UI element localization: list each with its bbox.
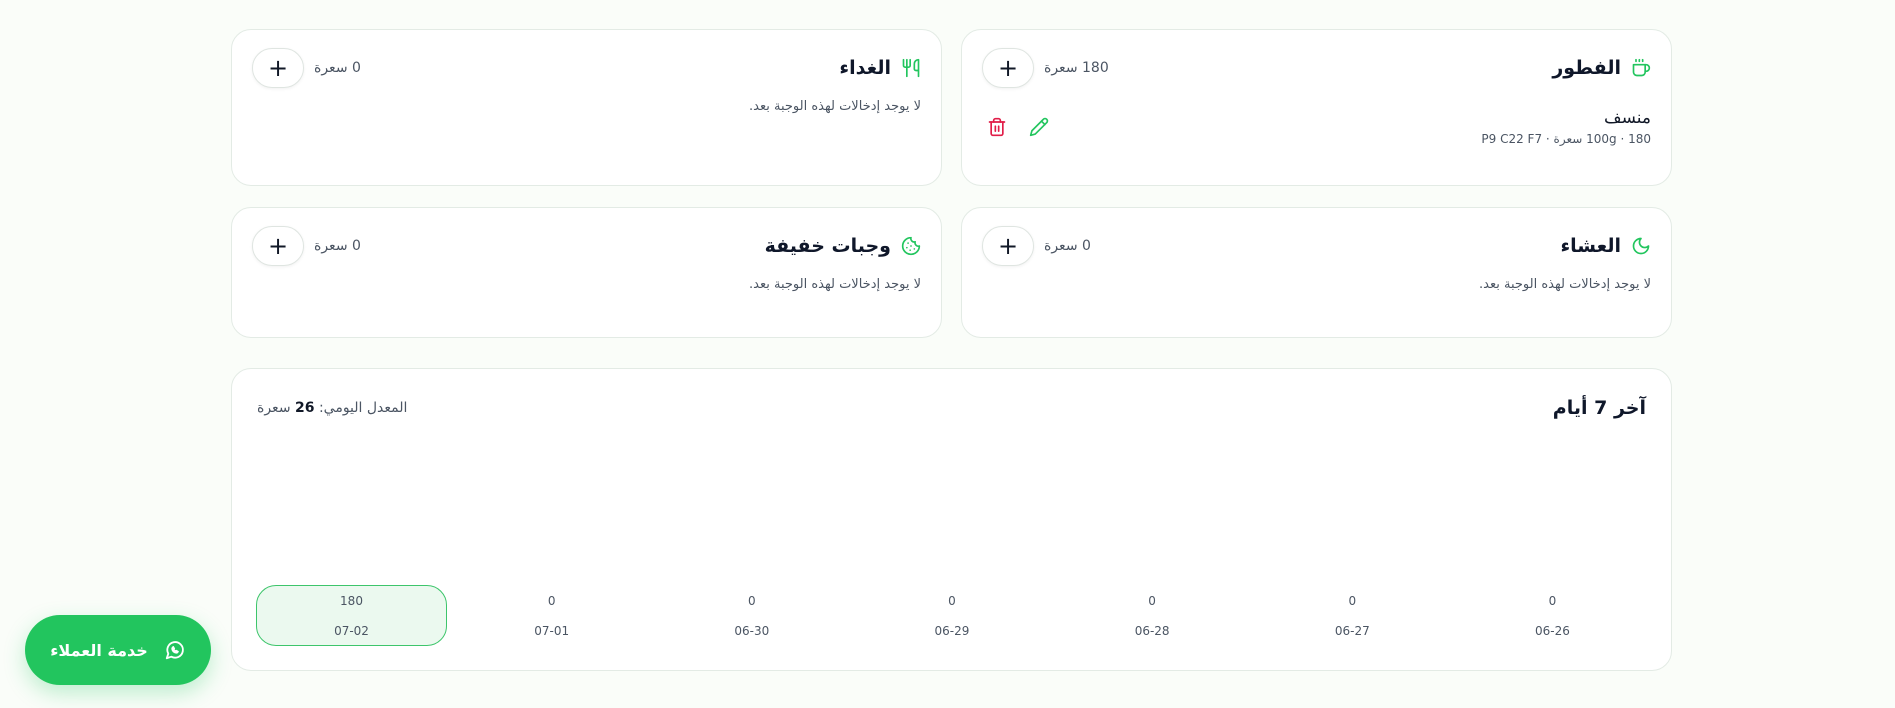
pencil-icon	[1029, 117, 1049, 137]
day-kcal: 180	[340, 594, 363, 608]
moon-icon	[1631, 236, 1651, 256]
day-kcal: 0	[1548, 594, 1557, 608]
meal-kcal: 0 سعرة	[314, 60, 361, 76]
dashboard-content: الغداء 0 سعرة + لا يوجد إدخالات لهذه الو…	[231, 29, 1672, 671]
day-date: 06-29	[934, 624, 970, 638]
day-date: 06-30	[734, 624, 770, 638]
edit-entry-button[interactable]	[1029, 117, 1049, 137]
day-kcal: 0	[1348, 594, 1357, 608]
meal-kcal: 0 سعرة	[314, 238, 361, 254]
empty-state: لا يوجد إدخالات لهذه الوجبة بعد.	[749, 277, 921, 292]
day-date: 07-01	[534, 624, 570, 638]
empty-state: لا يوجد إدخالات لهذه الوجبة بعد.	[1479, 277, 1651, 292]
meal-card-snacks: وجبات خفيفة 0 سعرة + لا يوجد إدخالات لهذ…	[231, 207, 942, 338]
day-tile-06-26[interactable]: 0 06-26	[1457, 585, 1648, 646]
meal-title: وجبات خفيفة	[764, 235, 891, 257]
add-entry-button[interactable]: +	[252, 48, 304, 88]
empty-state: لا يوجد إدخالات لهذه الوجبة بعد.	[749, 99, 921, 114]
daily-average-label: المعدل اليومي:	[318, 400, 408, 416]
utensils-icon	[901, 58, 921, 78]
day-kcal: 0	[948, 594, 956, 608]
cookie-icon	[901, 236, 921, 256]
day-tile-06-28[interactable]: 0 06-28	[1057, 585, 1248, 646]
meal-title: العشاء	[1560, 235, 1621, 257]
entry-detail: 180 · 100g سعرة · P9 C22 F7	[1481, 132, 1651, 146]
customer-service-label: خدمة العملاء	[50, 640, 148, 660]
daily-average-unit: سعرة	[257, 400, 291, 416]
whatsapp-icon	[164, 639, 186, 661]
meal-card-dinner: العشاء 0 سعرة + لا يوجد إدخالات لهذه الو…	[961, 207, 1672, 338]
delete-entry-button[interactable]	[987, 117, 1007, 137]
meal-kcal: 180 سعرة	[1044, 60, 1109, 76]
meal-title: الغداء	[839, 57, 891, 79]
days-row: 180 07-02 0 07-01 0 06-30 0 06-29 0 06-2…	[256, 585, 1648, 646]
day-tile-07-02[interactable]: 180 07-02	[256, 585, 447, 646]
meals-grid: الغداء 0 سعرة + لا يوجد إدخالات لهذه الو…	[231, 29, 1672, 338]
meal-kcal: 0 سعرة	[1044, 238, 1091, 254]
day-date: 06-28	[1134, 624, 1170, 638]
add-entry-button[interactable]: +	[252, 226, 304, 266]
entry-name: منسف	[1604, 108, 1651, 128]
week-title: آخر 7 أيام	[1552, 397, 1646, 419]
customer-service-button[interactable]: خدمة العملاء	[25, 615, 211, 685]
day-tile-06-29[interactable]: 0 06-29	[856, 585, 1047, 646]
day-date: 07-02	[334, 624, 369, 638]
trash-icon	[988, 117, 1006, 137]
daily-average: المعدل اليومي: 26 سعرة	[257, 400, 407, 416]
add-entry-button[interactable]: +	[982, 226, 1034, 266]
meal-entry: منسف 180 · 100g سعرة · P9 C22 F7	[982, 108, 1651, 146]
meal-card-breakfast: الفطور 180 سعرة + منسف 180 · 100g سعرة ·…	[961, 29, 1672, 186]
last-7-days-card: آخر 7 أيام المعدل اليومي: 26 سعرة 180 07…	[231, 368, 1672, 671]
day-tile-07-01[interactable]: 0 07-01	[456, 585, 647, 646]
meal-card-lunch: الغداء 0 سعرة + لا يوجد إدخالات لهذه الو…	[231, 29, 942, 186]
day-date: 06-26	[1535, 624, 1570, 638]
add-entry-button[interactable]: +	[982, 48, 1034, 88]
daily-average-value: 26	[295, 400, 315, 416]
day-kcal: 0	[547, 594, 556, 608]
day-date: 06-27	[1334, 624, 1370, 638]
coffee-cup-icon	[1631, 58, 1651, 78]
day-kcal: 0	[1148, 594, 1156, 608]
day-tile-06-30[interactable]: 0 06-30	[656, 585, 847, 646]
meal-title: الفطور	[1552, 57, 1621, 79]
day-kcal: 0	[747, 594, 756, 608]
day-tile-06-27[interactable]: 0 06-27	[1257, 585, 1448, 646]
